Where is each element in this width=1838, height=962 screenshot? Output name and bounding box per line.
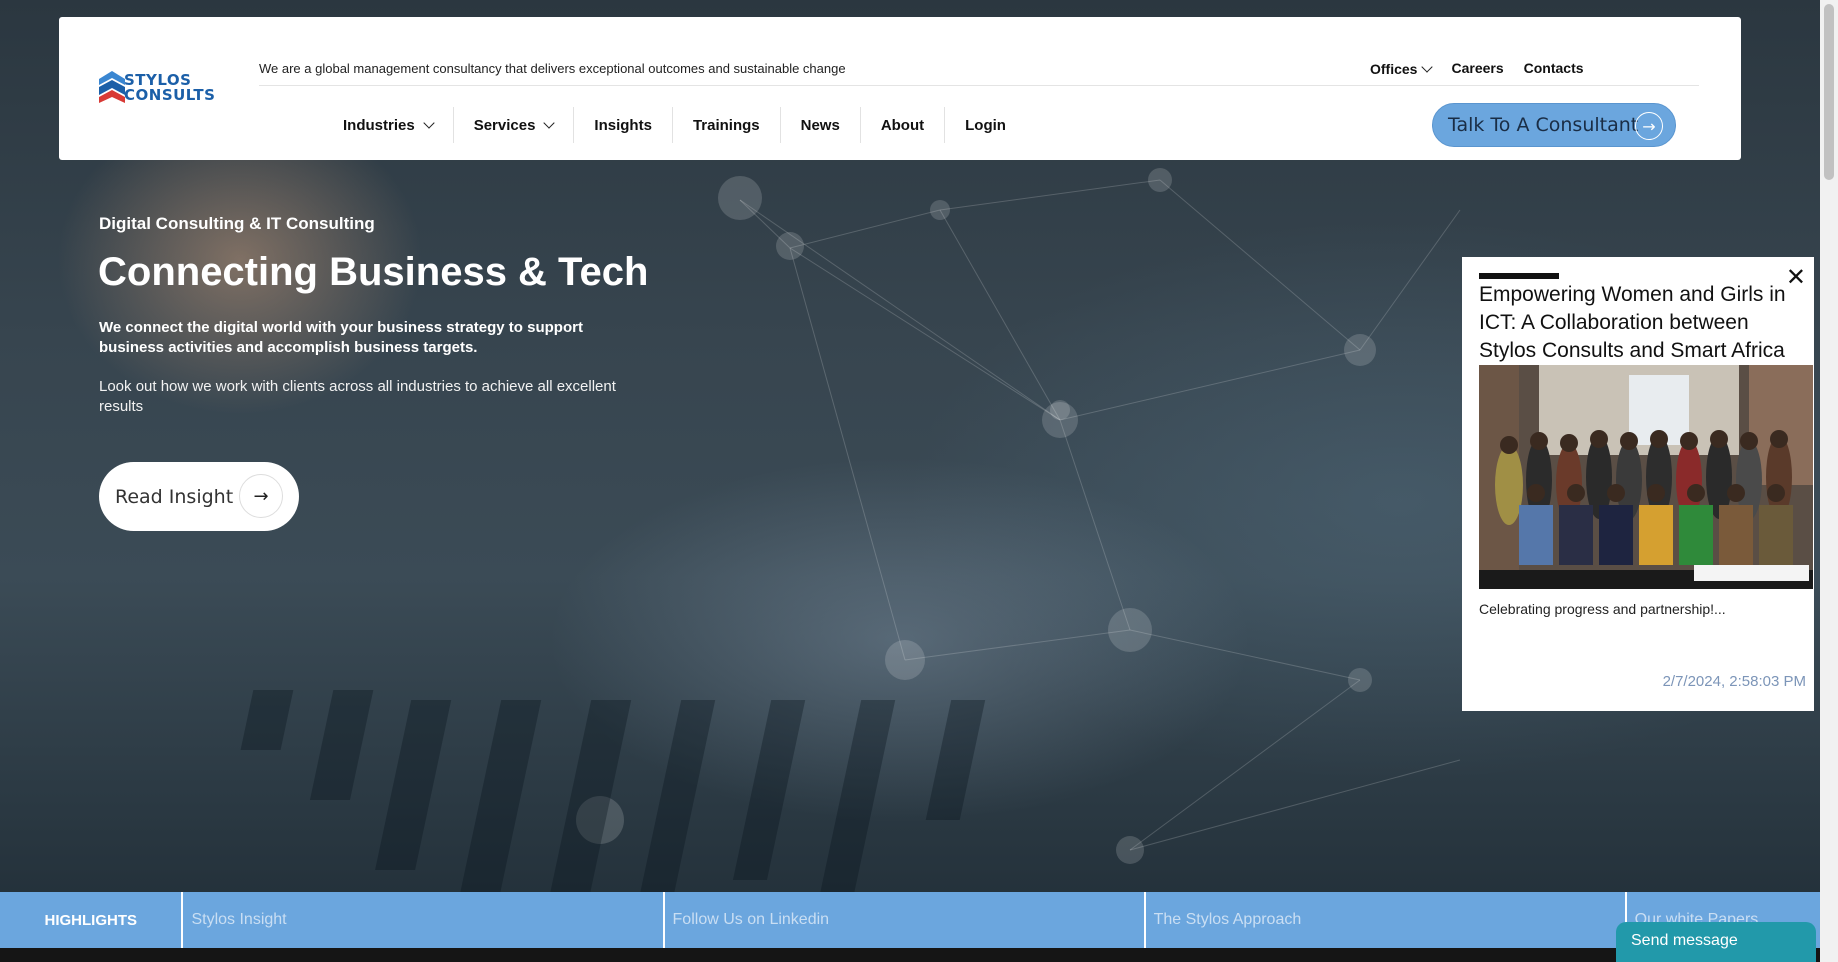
popup-group-photo[interactable] bbox=[1479, 365, 1813, 589]
header-divider bbox=[259, 85, 1699, 86]
nav-insights[interactable]: Insights bbox=[574, 107, 673, 143]
nav-label: Services bbox=[473, 116, 536, 134]
nav-label: Insights bbox=[594, 116, 652, 134]
careers-link[interactable]: Careers bbox=[1451, 59, 1503, 77]
cta-label: Talk To A Consultant bbox=[1448, 114, 1639, 136]
highlights-bar: HIGHLIGHTS Stylos Insight Follow Us on L… bbox=[0, 892, 1820, 948]
site-header: STYLOS CONSULTS We are a global manageme… bbox=[59, 17, 1741, 160]
nav-label: Trainings bbox=[692, 116, 760, 134]
tagline: We are a global management consultancy t… bbox=[259, 61, 846, 76]
group-photo-image bbox=[1479, 365, 1813, 589]
nav-label: Industries bbox=[343, 116, 415, 134]
nav-login[interactable]: Login bbox=[945, 107, 1026, 143]
offices-dropdown[interactable]: Offices bbox=[1370, 61, 1434, 77]
nav-trainings[interactable]: Trainings bbox=[673, 107, 781, 143]
highlight-item[interactable]: The Stylos Approach bbox=[1146, 892, 1627, 948]
logo-line-2: CONSULTS bbox=[124, 86, 216, 104]
logo[interactable]: STYLOS CONSULTS bbox=[99, 69, 217, 111]
news-popup: ✕ Empowering Women and Girls in ICT: A C… bbox=[1462, 257, 1814, 711]
hero-eyebrow: Digital Consulting & IT Consulting bbox=[99, 214, 375, 233]
read-insight-button[interactable]: Read Insight → bbox=[99, 462, 299, 531]
popup-date: 2/7/2024, 2:58:03 PM bbox=[1662, 673, 1806, 690]
footer-strip bbox=[0, 948, 1820, 962]
main-nav: Industries Services Insights Trainings N… bbox=[323, 107, 1026, 143]
nav-services[interactable]: Services bbox=[454, 107, 575, 143]
talk-to-consultant-button[interactable]: Talk To A Consultant → bbox=[1432, 103, 1676, 147]
read-insight-label: Read Insight bbox=[115, 485, 234, 508]
offices-label: Offices bbox=[1370, 61, 1418, 77]
popup-accent-bar bbox=[1479, 273, 1559, 279]
nav-label: About bbox=[880, 116, 925, 134]
logo-mark-icon bbox=[99, 71, 125, 103]
popup-caption: Celebrating progress and partnership!... bbox=[1479, 601, 1726, 617]
nav-about[interactable]: About bbox=[861, 107, 946, 143]
send-message-chat-button[interactable]: Send message bbox=[1616, 922, 1816, 962]
highlight-item[interactable]: Follow Us on Linkedin bbox=[665, 892, 1146, 948]
hero-subtext: Look out how we work with clients across… bbox=[99, 378, 616, 415]
highlight-item[interactable]: Stylos Insight bbox=[183, 892, 665, 948]
scrollbar-thumb[interactable] bbox=[1824, 4, 1834, 180]
logo-text: STYLOS CONSULTS bbox=[124, 73, 215, 103]
popup-title[interactable]: Empowering Women and Girls in ICT: A Col… bbox=[1479, 281, 1809, 365]
arrow-right-icon: → bbox=[1635, 112, 1663, 140]
top-links: Offices Careers Contacts bbox=[1370, 59, 1584, 77]
chevron-down-icon bbox=[423, 117, 435, 129]
nav-industries[interactable]: Industries bbox=[323, 107, 454, 143]
nav-label: News bbox=[800, 116, 840, 134]
chevron-down-icon bbox=[543, 117, 556, 129]
nav-label: Login bbox=[965, 116, 1006, 134]
arrow-right-icon: → bbox=[239, 474, 283, 518]
highlights-label: HIGHLIGHTS bbox=[0, 892, 184, 948]
contacts-link[interactable]: Contacts bbox=[1524, 59, 1584, 77]
page-scrollbar[interactable] bbox=[1820, 0, 1838, 962]
hero-lead: We connect the digital world with your b… bbox=[99, 319, 583, 356]
nav-news[interactable]: News bbox=[781, 107, 861, 143]
chevron-down-icon bbox=[1421, 61, 1434, 73]
hero-title: Connecting Business & Tech bbox=[98, 250, 649, 294]
